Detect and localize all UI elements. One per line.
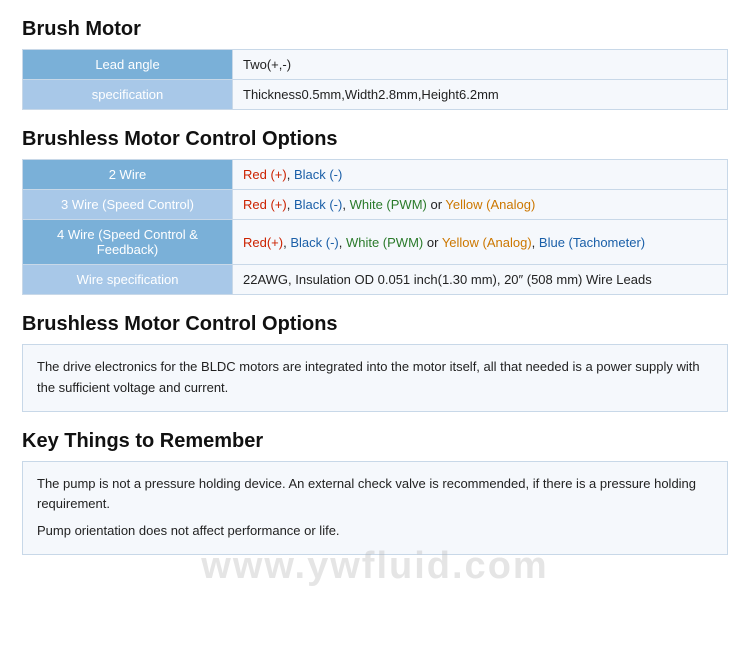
table-value: Thickness0.5mm,Width2.8mm,Height6.2mm <box>233 80 728 110</box>
key-things-section: Key Things to Remember The pump is not a… <box>22 430 728 555</box>
wirespec-value: 22AWG, Insulation OD 0.051 inch(1.30 mm)… <box>243 272 652 287</box>
table-label: Wire specification <box>23 265 233 295</box>
key-things-line1: The pump is not a pressure holding devic… <box>37 474 713 516</box>
table-value-3wire: Red (+), Black (-), White (PWM) or Yello… <box>233 190 728 220</box>
yellow-text: Yellow (Analog) <box>445 197 535 212</box>
table-label: 2 Wire <box>23 160 233 190</box>
key-things-title: Key Things to Remember <box>22 430 728 453</box>
table-row: 3 Wire (Speed Control) Red (+), Black (-… <box>23 190 728 220</box>
table-row: 2 Wire Red (+), Black (-) <box>23 160 728 190</box>
key-things-line2: Pump orientation does not affect perform… <box>37 521 713 542</box>
brushless-control-section: Brushless Motor Control Options 2 Wire R… <box>22 128 728 295</box>
brushless-control-table: 2 Wire Red (+), Black (-) 3 Wire (Speed … <box>22 159 728 295</box>
white-text: White (PWM) <box>350 197 427 212</box>
brushless-description-box: The drive electronics for the BLDC motor… <box>22 344 728 412</box>
black-text: Black (-) <box>294 197 342 212</box>
table-label: specification <box>23 80 233 110</box>
brushless-description-section: Brushless Motor Control Options The driv… <box>22 313 728 412</box>
brush-motor-table: Lead angle Two(+,-) specification Thickn… <box>22 49 728 110</box>
table-row: 4 Wire (Speed Control & Feedback) Red(+)… <box>23 220 728 265</box>
blue-text: Blue (Tachometer) <box>539 235 645 250</box>
white-text: White (PWM) <box>346 235 423 250</box>
table-label: Lead angle <box>23 50 233 80</box>
red-text: Red(+) <box>243 235 283 250</box>
table-value-wirespec: 22AWG, Insulation OD 0.051 inch(1.30 mm)… <box>233 265 728 295</box>
table-value: Two(+,-) <box>233 50 728 80</box>
yellow-text: Yellow (Analog) <box>442 235 532 250</box>
table-row: Wire specification 22AWG, Insulation OD … <box>23 265 728 295</box>
table-row: specification Thickness0.5mm,Width2.8mm,… <box>23 80 728 110</box>
black-text: Black (-) <box>294 167 342 182</box>
red-text: Red (+) <box>243 167 287 182</box>
key-things-box: The pump is not a pressure holding devic… <box>22 461 728 555</box>
brush-motor-title: Brush Motor <box>22 18 728 41</box>
table-value-4wire: Red(+), Black (-), White (PWM) or Yellow… <box>233 220 728 265</box>
table-row: Lead angle Two(+,-) <box>23 50 728 80</box>
table-label: 3 Wire (Speed Control) <box>23 190 233 220</box>
table-value-2wire: Red (+), Black (-) <box>233 160 728 190</box>
brush-motor-section: Brush Motor Lead angle Two(+,-) specific… <box>22 18 728 110</box>
brushless-control-title: Brushless Motor Control Options <box>22 128 728 151</box>
black-text: Black (-) <box>290 235 338 250</box>
red-text: Red (+) <box>243 197 287 212</box>
brushless-description-title: Brushless Motor Control Options <box>22 313 728 336</box>
table-label: 4 Wire (Speed Control & Feedback) <box>23 220 233 265</box>
brushless-description-text: The drive electronics for the BLDC motor… <box>37 359 700 395</box>
lead-angle-value: Two(+,-) <box>243 57 291 72</box>
